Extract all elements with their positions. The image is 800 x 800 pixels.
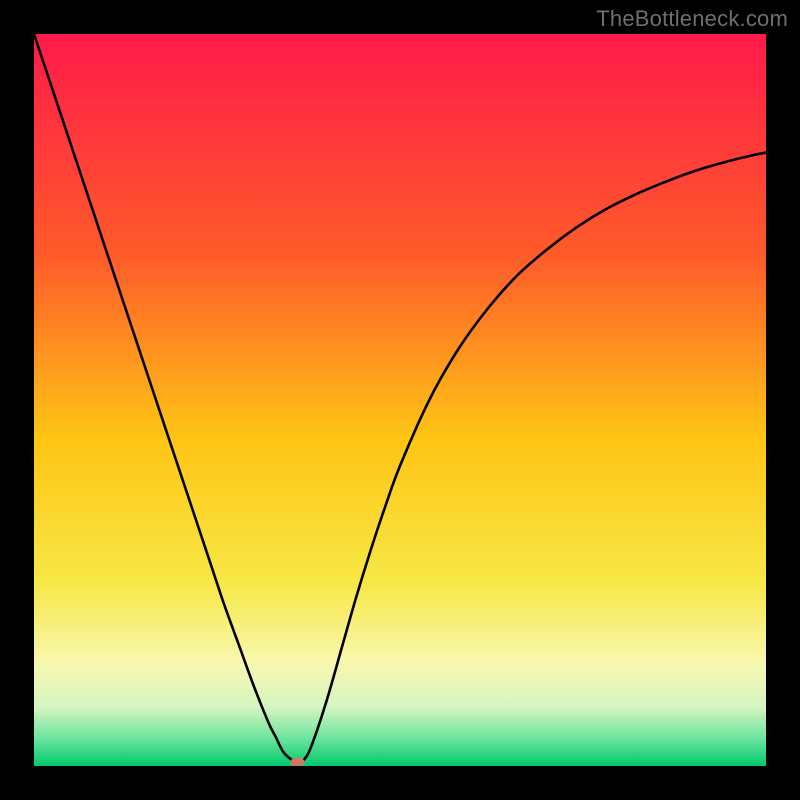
chart-frame (34, 34, 766, 766)
bottleneck-chart (34, 34, 766, 766)
watermark-text: TheBottleneck.com (596, 6, 788, 32)
gradient-background (34, 34, 766, 766)
